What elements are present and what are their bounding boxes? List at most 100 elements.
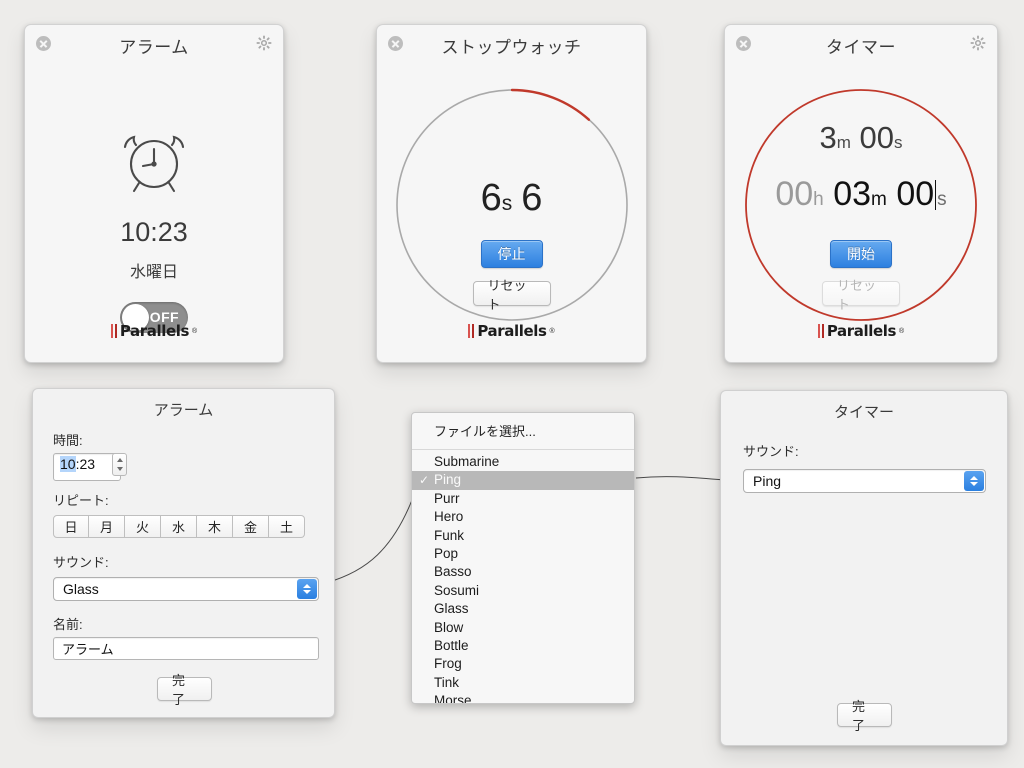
stopwatch-seconds: 6 [480,177,502,219]
sound-label: サウンド: [53,555,109,570]
repeat-day-thu[interactable]: 木 [197,515,233,538]
timer-display-seconds-unit: s [894,133,903,152]
sound-menu-item[interactable]: Blow [412,619,634,637]
alarm-widget: アラーム 10:23 水曜日 OFF Parallels ® [24,24,284,363]
timer-display-minutes-unit: m [836,133,851,152]
name-label: 名前: [53,617,83,632]
sound-menu-item-label: Glass [434,601,469,617]
sound-menu-item[interactable]: Bottle [412,637,634,655]
repeat-day-mon[interactable]: 月 [89,515,125,538]
sound-menu-item-label: Ping [434,472,462,488]
alarm-time-input[interactable]: 10:23 [53,453,121,481]
stopwatch-widget: ストップウォッチ 6s 6 停止 リセット Parallels ® [376,24,647,363]
sound-menu-item[interactable]: Sosumi [412,582,634,600]
sound-menu-item-label: Hero [434,509,464,525]
alarm-sound-select[interactable]: Glass [53,577,319,601]
sound-menu-item[interactable]: Glass [412,600,634,618]
parallels-registered-mark: ® [549,327,555,335]
sound-menu-item[interactable]: Submarine [412,453,634,471]
desktop-background: アラーム 10:23 水曜日 OFF Parallels ® ストップウォッチ … [0,0,1024,768]
sound-menu-item[interactable]: Tink [412,674,634,692]
repeat-day-tue[interactable]: 火 [125,515,161,538]
menu-separator [412,449,634,450]
choose-file-menu-item[interactable]: ファイルを選択... [412,413,634,449]
timer-edit-hours[interactable]: 00h [775,175,823,213]
parallels-registered-mark: ® [192,327,198,335]
alarm-time-hour: 10 [60,456,76,472]
sound-menu-list: Submarine ✓ Ping Purr Hero Funk Pop Basso Sosumi… [412,453,634,703]
alarm-day: 水曜日 [129,264,178,281]
alarm-widget-title: アラーム [119,38,189,57]
text-cursor [935,180,937,210]
alarm-name-input[interactable]: アラーム [53,637,319,660]
repeat-day-sat[interactable]: 土 [269,515,305,538]
sound-menu-item-label: Submarine [434,454,500,469]
alarm-done-button[interactable]: 完了 [157,673,212,707]
stepper-down-icon[interactable] [116,467,123,471]
parallels-bars-icon [468,324,475,338]
parallels-bars-icon [110,324,117,338]
timer-sound-value: Ping [753,473,782,489]
sound-menu-item[interactable]: Basso [412,563,634,581]
stopwatch-time: 6s 6 [377,177,646,220]
repeat-label: リピート: [53,493,109,508]
alarm-clock-icon [118,130,190,201]
parallels-logo: Parallels ® [25,322,283,340]
sound-menu-item-label: Pop [434,545,459,561]
stopwatch-seconds-unit: s [501,192,513,215]
sound-menu-item[interactable]: Frog [412,655,634,673]
sound-menu-item[interactable]: ✓ Ping [412,471,634,490]
timer-start-button[interactable]: 開始 [830,240,892,268]
stepper-up-icon[interactable] [116,458,123,462]
parallels-wordmark: Parallels [826,322,897,340]
timer-remaining-display: 3m 00s [725,120,997,156]
repeat-day-wed[interactable]: 水 [161,515,197,538]
sound-menu-item[interactable]: Hero [412,508,634,526]
timer-widget-title: タイマー [826,38,896,57]
parallels-bars-icon [817,324,824,338]
chevron-updown-icon[interactable] [297,579,317,599]
repeat-day-fri[interactable]: 金 [233,515,269,538]
sound-menu-item[interactable]: Purr [412,490,634,508]
alarm-sound-value: Glass [63,581,99,597]
timer-edit-minutes-unit: m [871,189,887,210]
sound-menu-item-label: Tink [434,674,460,690]
sound-menu-item-label: Frog [434,656,462,672]
alarm-settings-panel: アラーム 時間: 10:23 リピート: 日 月 火 水 木 金 土 サウンド:… [32,388,335,718]
timer-edit-seconds[interactable]: 00 [896,175,934,213]
sound-menu-item-label: Blow [434,619,464,635]
sound-menu-item-label: Funk [434,527,465,543]
sound-menu-item[interactable]: Funk [412,527,634,545]
sound-menu-item[interactable]: Pop [412,545,634,563]
timer-settings-panel: タイマー サウンド: Ping 完了 [720,390,1008,746]
stopwatch-stop-button[interactable]: 停止 [480,240,543,268]
timer-edit-minutes[interactable]: 03m [833,175,887,213]
timer-edit-hours-unit: h [813,189,824,210]
check-icon: ✓ [419,473,430,488]
parallels-registered-mark: ® [899,327,905,335]
stopwatch-widget-title: ストップウォッチ [441,38,582,57]
timer-display-seconds: 00 [859,120,895,155]
timer-display-minutes: 3 [819,120,837,155]
timer-settings-title: タイマー [833,404,894,421]
timer-sound-select[interactable]: Ping [743,469,986,493]
alarm-settings-title: アラーム [153,402,214,419]
sound-menu-item-label: Basso [434,564,472,580]
timer-done-button[interactable]: 完了 [837,699,892,733]
repeat-day-sun[interactable]: 日 [53,515,89,538]
alarm-time-stepper[interactable] [112,453,127,476]
timer-edit-seconds-unit: s [937,189,947,210]
alarm-time-minute: :23 [75,456,96,472]
sound-menu-item[interactable]: Morse [412,692,634,703]
parallels-logo: Parallels ® [377,322,646,340]
timer-widget: タイマー 3m 00s 00h 03m 00 s 開始 リセット Parallel… [724,24,998,363]
time-label: 時間: [53,433,83,448]
sound-menu-item-label: Purr [434,490,460,506]
alarm-time: 10:23 [120,217,188,247]
sound-label: サウンド: [743,444,799,459]
sound-menu-item-label: Bottle [434,637,469,653]
timer-edit-field[interactable]: 00h 03m 00 s [725,175,997,214]
sound-dropdown-menu: ファイルを選択... Submarine ✓ Ping Purr Hero Funk Pop… [411,412,635,704]
stopwatch-reset-button[interactable]: リセット [472,278,551,312]
chevron-updown-icon[interactable] [964,471,984,491]
